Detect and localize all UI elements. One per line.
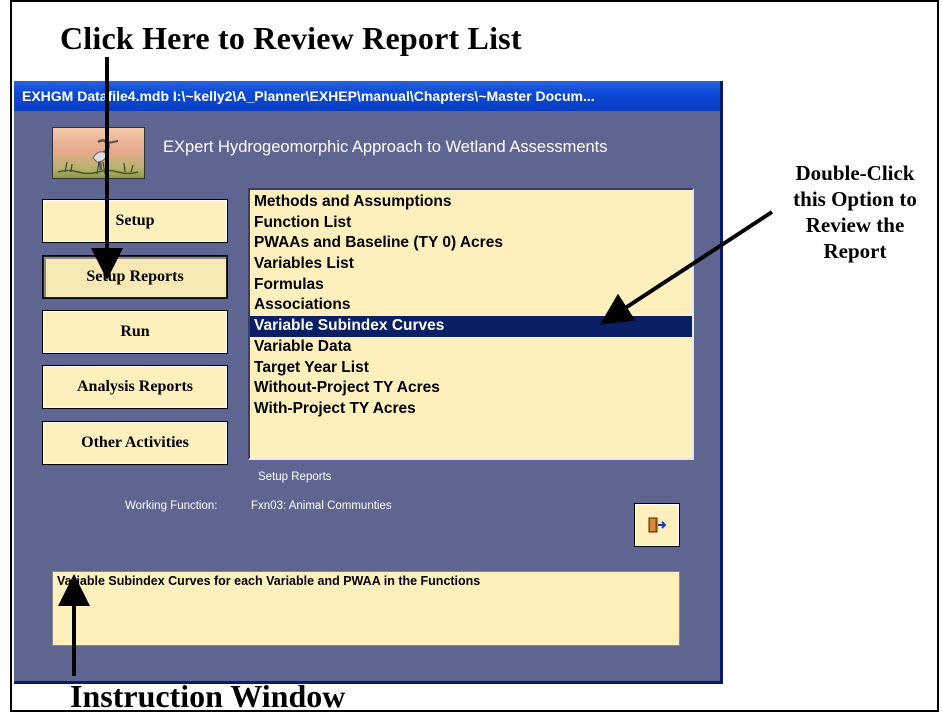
list-caption: Setup Reports [258, 471, 332, 483]
list-item[interactable]: Target Year List [250, 358, 692, 379]
window-titlebar[interactable]: EXHGM Datafile4.mdb I:\~kelly2\A_Planner… [14, 81, 720, 111]
app-title: EXpert Hydrogeomorphic Approach to Wetla… [163, 138, 608, 156]
list-item[interactable]: With-Project TY Acres [250, 399, 692, 420]
right-annotation: Double-Click this Option to Review the R… [760, 160, 942, 264]
other-activities-button[interactable]: Other Activities [42, 421, 228, 465]
list-item[interactable]: Associations [250, 295, 692, 316]
list-item[interactable]: Function List [250, 213, 692, 234]
right-annotation-line: Double-Click [795, 161, 915, 185]
list-item[interactable]: Formulas [250, 275, 692, 296]
right-annotation-line: Review the [805, 213, 905, 237]
setup-button[interactable]: Setup [42, 199, 228, 243]
app-window: EXHGM Datafile4.mdb I:\~kelly2\A_Planner… [14, 81, 723, 684]
exit-door-icon [648, 517, 667, 533]
instruction-window: Variable Subindex Curves for each Variab… [52, 571, 680, 646]
list-item[interactable]: Methods and Assumptions [250, 192, 692, 213]
working-function-label: Working Function: [125, 500, 218, 512]
top-annotation: Click Here to Review Report List [60, 20, 522, 56]
list-item[interactable]: PWAAs and Baseline (TY 0) Acres [250, 233, 692, 254]
right-annotation-line: Report [823, 239, 887, 263]
right-annotation-line: this Option to [793, 187, 917, 211]
exit-button[interactable] [634, 503, 680, 547]
setup-reports-button[interactable]: Setup Reports [42, 255, 228, 299]
list-item[interactable]: Variable Data [250, 337, 692, 358]
heron-logo-icon [52, 127, 145, 179]
report-listbox[interactable]: Methods and Assumptions Function List PW… [248, 188, 694, 460]
list-item-selected[interactable]: Variable Subindex Curves [250, 316, 692, 337]
list-item[interactable]: Variables List [250, 254, 692, 275]
list-item[interactable]: Without-Project TY Acres [250, 378, 692, 399]
analysis-reports-button[interactable]: Analysis Reports [42, 365, 228, 409]
run-button[interactable]: Run [42, 310, 228, 354]
working-function-value: Fxn03: Animal Communties [251, 500, 392, 512]
